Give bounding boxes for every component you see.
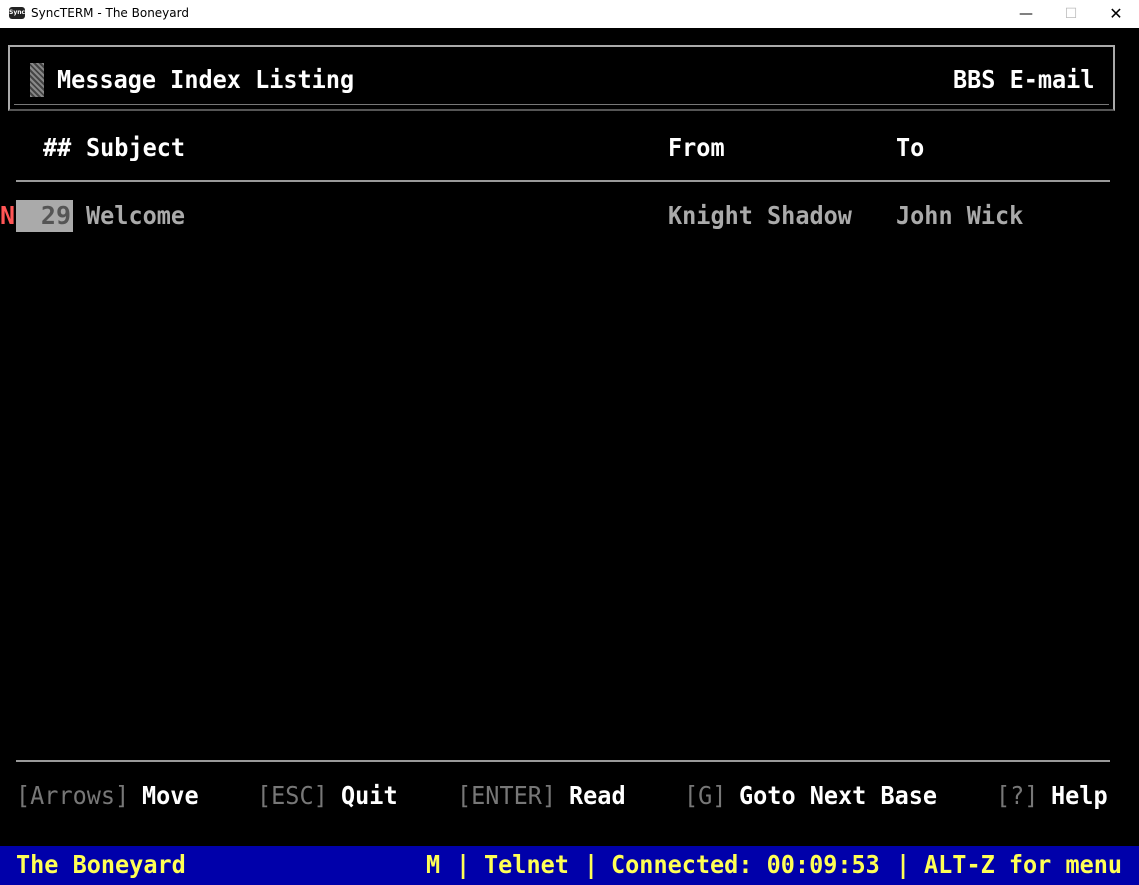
close-button[interactable]: ✕ — [1093, 0, 1139, 28]
key-help-label: Help — [1051, 781, 1108, 810]
message-from: Knight Shadow — [668, 201, 852, 230]
syncterm-icon: Sync — [9, 7, 25, 19]
status-mode: M — [426, 850, 441, 879]
header-divider — [16, 180, 1110, 182]
message-to: John Wick — [896, 201, 1024, 230]
status-separator: | — [896, 850, 911, 879]
message-subject[interactable]: Welcome — [86, 199, 185, 233]
key-esc[interactable]: [ESC] — [257, 779, 328, 813]
key-g[interactable]: [G] — [684, 779, 726, 813]
status-menu-hint: ALT-Z for menu — [924, 850, 1123, 879]
key-g-label: Goto Next Base — [739, 781, 938, 810]
footer-divider — [16, 760, 1110, 762]
status-bar: The Boneyard M | Telnet | Connected: 00:… — [0, 846, 1139, 885]
key-arrows[interactable]: [Arrows] — [16, 779, 129, 813]
new-message-flag: N — [0, 201, 16, 230]
key-enter[interactable]: [ENTER] — [457, 779, 556, 813]
status-bbs-name: The Boneyard — [16, 850, 186, 879]
key-enter-label: Read — [569, 781, 626, 810]
status-protocol: Telnet — [484, 850, 569, 879]
minimize-button[interactable]: — — [1003, 0, 1049, 28]
status-connected: Connected: 00:09:53 — [611, 850, 880, 879]
column-header-from: From — [668, 133, 725, 162]
header-mailbox-label: BBS E-mail — [953, 65, 1095, 94]
shade-block-icon — [30, 63, 44, 97]
window-title: SyncTERM - The Boneyard — [31, 6, 189, 20]
status-separator: | — [584, 850, 599, 879]
maximize-button[interactable]: ☐ — [1048, 0, 1094, 28]
column-header-subject: Subject — [86, 133, 186, 162]
key-arrows-label: Move — [142, 781, 199, 810]
status-separator: | — [456, 850, 471, 879]
page-title: Message Index Listing — [57, 65, 355, 94]
key-help[interactable]: [?] — [996, 779, 1038, 813]
column-header-num: ## — [43, 133, 72, 162]
terminal-screen[interactable]: Message Index Listing BBS E-mail ## Subj… — [0, 28, 1139, 885]
column-header-to: To — [896, 133, 925, 162]
window-titlebar: Sync SyncTERM - The Boneyard — ☐ ✕ — [0, 0, 1139, 28]
key-esc-label: Quit — [341, 781, 398, 810]
message-number[interactable]: 29 — [16, 200, 73, 232]
